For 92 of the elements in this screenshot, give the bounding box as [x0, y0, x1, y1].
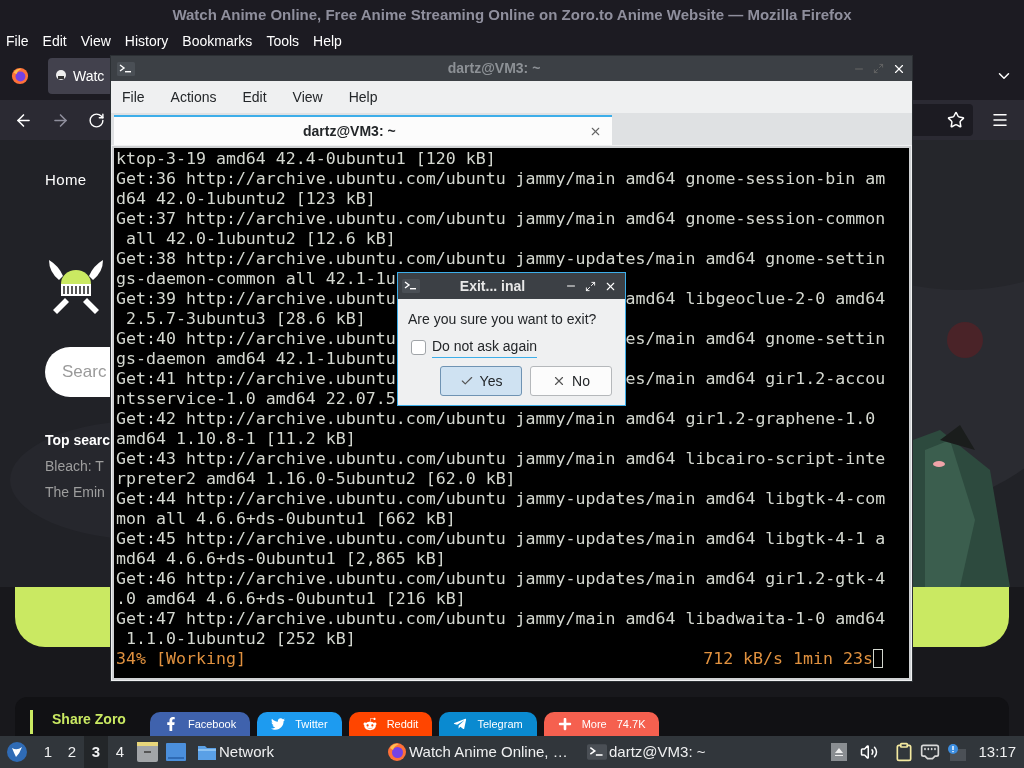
terminal-line: 2.5.7-3ubuntu3 [28.6 kB]: [125, 309, 366, 329]
cursor: [873, 649, 883, 668]
menu-item[interactable]: View: [292, 86, 323, 108]
start-menu-button[interactable]: [6, 741, 28, 763]
paper-plane-icon: [453, 717, 468, 731]
taskbar-button[interactable]: Network: [197, 740, 387, 764]
search-link[interactable]: The Emin: [45, 483, 105, 501]
terminal-line: gs-daemon-common all 42.1-1u: [116, 269, 396, 289]
window-title: Watch Anime Online, Free Anime Streaming Online on Zoro.to Anime Website — Mozilla Firefox: [172, 4, 852, 25]
terminal-line: d64 42.0-1ubuntu2 [123 kB]: [116, 189, 376, 209]
section-heading: Top searc: [45, 431, 111, 449]
reload-button[interactable]: [88, 111, 105, 129]
terminal-line: es/main amd64 gir1.2-accou: [625, 369, 886, 389]
clipboard-icon[interactable]: [894, 742, 915, 762]
terminal-line: ntsservice-1.0 amd64 22.07.5: [116, 389, 396, 409]
network-icon[interactable]: [920, 742, 941, 762]
share-button[interactable]: Facebook: [149, 712, 251, 736]
nav-link[interactable]: Home: [45, 170, 87, 190]
firefox-icon: [387, 742, 407, 762]
eject-icon[interactable]: [831, 743, 848, 761]
dialog-button[interactable]: No: [530, 366, 612, 396]
menu-item[interactable]: Edit: [42, 30, 67, 52]
terminal-line: Get:45 http://archive.ubuntu.com/ubuntu jammy-updates/main amd64 libgtk-4-1 a: [116, 529, 886, 549]
terminal-line: rpreter2 amd64 1.16.0-5ubuntu2 [62.0 kB]: [116, 469, 516, 489]
volume-icon[interactable]: [860, 743, 879, 761]
menu-item[interactable]: Tools: [266, 30, 300, 52]
terminal-line: Get:36 http://archive.ubuntu.com/ubuntu jammy/main amd64 gnome-session-bin am: [116, 169, 886, 189]
share-button[interactable]: Telegram: [439, 712, 537, 736]
terminal-line: es/main amd64 gnome-settin: [625, 329, 886, 349]
terminal-line: mon all 4.6.6+ds-0ubuntu1 [662 kB]: [116, 509, 456, 529]
check-icon: [459, 374, 474, 388]
menu-item[interactable]: Bookmarks: [182, 30, 253, 52]
speed-text: 712 kB/s 1min 23s: [703, 649, 873, 669]
terminal-line: Get:43 http://archive.ubuntu.com/ubuntu jammy/main amd64 libcairo-script-inte: [116, 449, 886, 469]
terminal-line: Get:41 http://archive.ubuntu: [116, 369, 396, 389]
title-bar: Exit... inal: [398, 273, 625, 299]
workspace-button[interactable]: 3: [84, 736, 108, 768]
terminal-line: all 42.0-1ubuntu2 [12.6 kB]: [125, 229, 396, 249]
folder-icon: [197, 743, 217, 761]
dialog-button[interactable]: Yes: [440, 366, 522, 396]
clock: 13:17: [978, 741, 1016, 762]
alien-icon: [362, 717, 377, 731]
menu-item[interactable]: Actions: [170, 86, 217, 108]
terminal-icon: [402, 279, 420, 293]
terminal-line: gs-daemon amd64 42.1-1ubuntu: [116, 349, 396, 369]
menu-item[interactable]: Help: [313, 30, 342, 52]
terminal-line: 1.1.0-1ubuntu2 [252 kB]: [125, 629, 356, 649]
workspace-button[interactable]: 2: [60, 736, 84, 768]
menu-item[interactable]: View: [80, 30, 111, 52]
workspace-button[interactable]: 4: [108, 736, 132, 768]
checkbox-label[interactable]: Do not ask again: [432, 336, 538, 358]
share-title: Share Zoro: [52, 710, 126, 729]
firefox-icon: [11, 67, 29, 85]
file-cabinet-icon[interactable]: [137, 742, 158, 762]
terminal-line: Get:39 http://archive.ubuntu: [116, 289, 396, 309]
terminal-line: amd64 libgeoclue-2-0 amd64: [625, 289, 886, 309]
bookmark-star-icon[interactable]: [947, 111, 965, 129]
terminal-line: Get:46 http://archive.ubuntu.com/ubuntu jammy-updates/main amd64 gir1.2-gtk-4: [116, 569, 886, 589]
title-bar: dartz@VM3: ~: [111, 56, 912, 81]
notification-icon[interactable]: [946, 743, 967, 761]
skull-icon: [54, 69, 68, 83]
terminal-line: Get:38 http://archive.ubuntu.com/ubuntu jammy-updates/main amd64 gnome-settin: [116, 249, 886, 269]
terminal-line: Get:37 http://archive.ubuntu.com/ubuntu jammy/main amd64 gnome-session-common: [116, 209, 886, 229]
plus-icon: [557, 717, 572, 731]
terminal-tab[interactable]: dartz@VM3: ~: [114, 115, 612, 145]
terminal-line: ktop-3-19 amd64 42.4-0ubuntu1 [120 kB]: [116, 149, 496, 169]
checkbox[interactable]: [411, 339, 426, 355]
workspace-button[interactable]: 1: [36, 736, 60, 768]
menu-item[interactable]: History: [124, 30, 169, 52]
terminal-line: Get:47 http://archive.ubuntu.com/ubuntu jammy/main amd64 libadwaita-1-0 amd64: [116, 609, 886, 629]
terminal-line: .0 amd64 4.6.6+ds-0ubuntu1 [216 kB]: [116, 589, 466, 609]
terminal-line: amd64 1.10.8-1 [11.2 kB]: [116, 429, 356, 449]
taskbar-button[interactable]: dartz@VM3: ~: [587, 740, 787, 764]
menu-icon[interactable]: [991, 111, 1009, 129]
bird-icon: [271, 717, 286, 731]
maximize-button[interactable]: [585, 280, 596, 292]
share-count: 74.7K: [616, 716, 646, 732]
menu-item[interactable]: Edit: [242, 86, 267, 108]
terminal-line: Get:40 http://archive.ubuntu: [116, 329, 396, 349]
progress-text: 34% [Working]: [116, 649, 246, 669]
terminal-icon: [117, 61, 135, 76]
search-link[interactable]: Bleach: T: [45, 457, 104, 475]
menu-item[interactable]: File: [122, 86, 145, 108]
terminal-icon: [587, 744, 607, 760]
terminal-line: Get:42 http://archive.ubuntu.com/ubuntu jammy/main amd64 gir1.2-graphene-1.0: [116, 409, 876, 429]
menu-item[interactable]: File: [6, 30, 29, 52]
terminal-line: md64 4.6.6+ds-0ubuntu1 [2,865 kB]: [116, 549, 446, 569]
taskbar-button[interactable]: Watch Anime Online, …: [387, 740, 587, 764]
terminal-line: Get:44 http://archive.ubuntu.com/ubuntu jammy-updates/main amd64 libgtk-4-com: [116, 489, 886, 509]
browser-tab[interactable]: Watc: [48, 58, 110, 94]
menu-item[interactable]: Help: [348, 86, 378, 108]
dialog-message: Are you sure you want to exit?: [408, 310, 598, 329]
